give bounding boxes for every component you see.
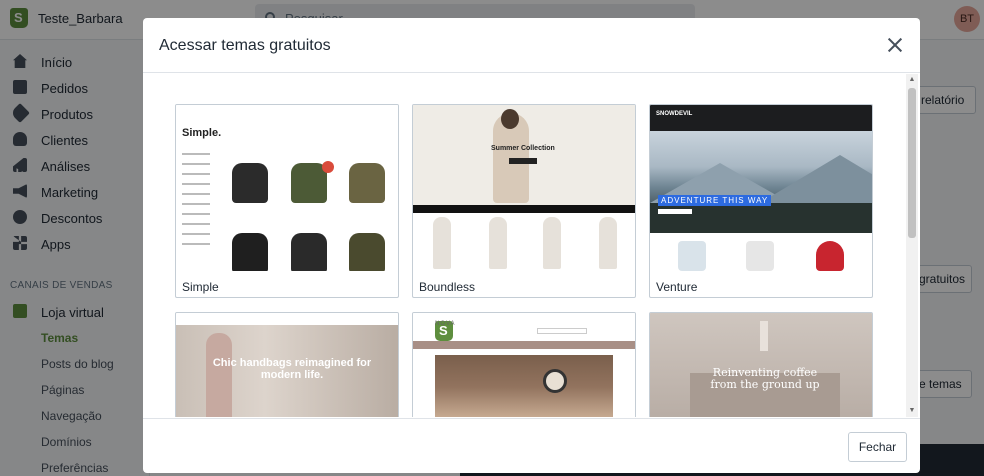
theme-preview: Summer Collection (413, 105, 635, 271)
theme-preview: NOVA (413, 313, 635, 417)
theme-card-handbags[interactable]: Chic handbags reimagined for modern life… (175, 312, 399, 417)
theme-name: Simple (182, 280, 219, 294)
preview-product-image (816, 241, 844, 271)
preview-forest (650, 203, 872, 233)
preview-navbar (176, 313, 398, 325)
modal-title: Acessar temas gratuitos (159, 37, 331, 54)
theme-preview: SNOWDEVIL ADVENTURE THIS WAY (650, 105, 872, 271)
close-icon[interactable] (884, 34, 906, 56)
preview-product-image (232, 163, 268, 203)
modal-scrollbar[interactable]: ▲ ▼ (906, 74, 918, 417)
preview-model-image (433, 217, 451, 269)
modal-header: Acessar temas gratuitos (143, 18, 920, 73)
preview-product-image (349, 163, 385, 203)
preview-lamp (760, 321, 768, 351)
preview-product-image (349, 233, 385, 271)
theme-card-boundless[interactable]: Summer Collection Boundless (412, 104, 636, 298)
preview-mountain (760, 155, 872, 203)
free-themes-modal: Acessar temas gratuitos Simple. Simple S… (143, 18, 920, 473)
preview-menu (182, 153, 218, 253)
preview-hero (435, 355, 613, 417)
theme-name: Venture (656, 280, 698, 294)
preview-model-image (489, 217, 507, 269)
scroll-up-icon[interactable]: ▲ (908, 76, 916, 84)
preview-brand: NOVA (435, 321, 455, 341)
scroll-down-icon[interactable]: ▼ (908, 407, 916, 415)
preview-product-image (678, 241, 706, 271)
preview-navbar: SNOWDEVIL (650, 105, 872, 131)
preview-title: Simple. (182, 127, 222, 139)
theme-card-venture[interactable]: SNOWDEVIL ADVENTURE THIS WAY Venture (649, 104, 873, 298)
preview-hero-banner: ADVENTURE THIS WAY (658, 195, 772, 206)
preview-hero-button (509, 158, 537, 164)
preview-hero-button (658, 209, 692, 214)
theme-card-coffee[interactable]: Reinventing coffee from the ground up (649, 312, 873, 417)
preview-model-image (543, 217, 561, 269)
modal-footer: Fechar (143, 418, 920, 473)
preview-hero-text: Reinventing coffee from the ground up (710, 366, 820, 391)
preview-navbar (413, 205, 635, 213)
preview-navbar (413, 341, 635, 349)
preview-product-image (746, 241, 774, 271)
modal-body: Simple. Simple Summer Collection Boundle… (143, 74, 920, 417)
close-button[interactable]: Fechar (848, 432, 907, 462)
theme-preview: Chic handbags reimagined for modern life… (176, 313, 398, 417)
preview-search-field (537, 328, 587, 334)
theme-card-nova[interactable]: NOVA (412, 312, 636, 417)
preview-model-image (599, 217, 617, 269)
preview-hero-text: Summer Collection (491, 145, 555, 152)
preview-watch-image (543, 369, 567, 393)
scroll-thumb[interactable] (908, 88, 916, 238)
theme-card-simple[interactable]: Simple. Simple (175, 104, 399, 298)
preview-hero-text: Chic handbags reimagined for modern life… (212, 357, 372, 381)
theme-preview: Simple. (176, 105, 398, 271)
preview-model-head (501, 109, 519, 129)
preview-product-image (232, 233, 268, 271)
preview-brand: SNOWDEVIL (656, 111, 693, 117)
preview-product-image (291, 233, 327, 271)
theme-preview: Reinventing coffee from the ground up (650, 313, 872, 417)
theme-name: Boundless (419, 280, 476, 294)
sale-badge (322, 161, 334, 173)
